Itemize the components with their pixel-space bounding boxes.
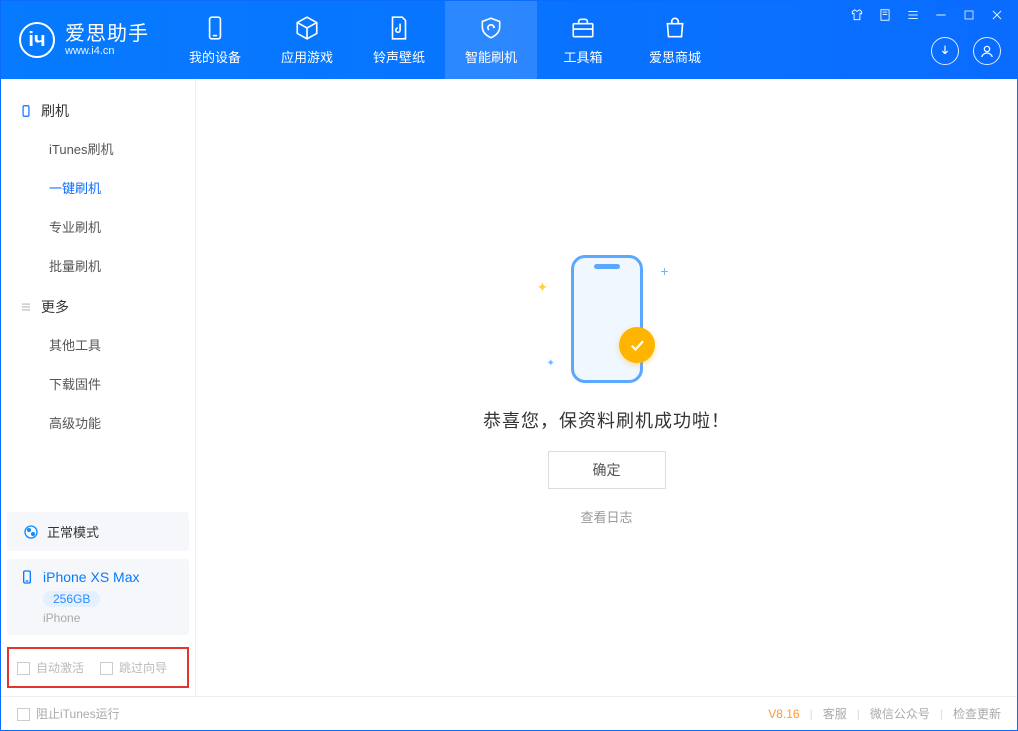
device-capacity: 256GB bbox=[43, 591, 100, 607]
link-check-update[interactable]: 检查更新 bbox=[953, 705, 1001, 722]
device-box[interactable]: iPhone XS Max 256GB iPhone bbox=[7, 559, 189, 635]
device-top: iPhone XS Max bbox=[19, 569, 177, 585]
logo-text: 爱思助手 www.i4.cn bbox=[65, 23, 149, 57]
footer-right: V8.16 | 客服 | 微信公众号 | 检查更新 bbox=[768, 705, 1001, 722]
success-message: 恭喜您，保资料刷机成功啦！ bbox=[483, 407, 730, 433]
section-label: 更多 bbox=[41, 297, 69, 317]
tab-apps[interactable]: 应用游戏 bbox=[261, 1, 353, 79]
logo-icon: iч bbox=[19, 22, 55, 58]
check-badge-icon bbox=[619, 327, 655, 363]
footer-label: 阻止iTunes运行 bbox=[36, 707, 120, 721]
top-tabs: 我的设备 应用游戏 铃声壁纸 智能刷机 工具箱 爱思商城 bbox=[169, 1, 721, 79]
maximize-icon[interactable] bbox=[961, 7, 977, 23]
user-button[interactable] bbox=[973, 37, 1001, 65]
sidebar-item-batch[interactable]: 批量刷机 bbox=[1, 246, 195, 285]
checkbox-block-itunes[interactable]: 阻止iTunes运行 bbox=[17, 705, 120, 722]
body: 刷机 iTunes刷机 一键刷机 专业刷机 批量刷机 更多 其他工具 下载固件 … bbox=[1, 79, 1017, 696]
sidebar-item-other[interactable]: 其他工具 bbox=[1, 325, 195, 364]
list-icon bbox=[19, 300, 33, 314]
tab-label: 爱思商城 bbox=[649, 47, 701, 66]
sidebar-item-oneclick[interactable]: 一键刷机 bbox=[1, 168, 195, 207]
version-label: V8.16 bbox=[768, 707, 799, 721]
sidebar-item-firmware[interactable]: 下载固件 bbox=[1, 364, 195, 403]
sidebar-scroll: 刷机 iTunes刷机 一键刷机 专业刷机 批量刷机 更多 其他工具 下载固件 … bbox=[1, 79, 195, 508]
sidebar-section-flash: 刷机 bbox=[1, 89, 195, 129]
checkbox-skip-guide[interactable]: 跳过向导 bbox=[100, 659, 167, 676]
logo-block: iч 爱思助手 www.i4.cn bbox=[1, 22, 169, 58]
device-name: iPhone XS Max bbox=[43, 569, 140, 585]
sidebar: 刷机 iTunes刷机 一键刷机 专业刷机 批量刷机 更多 其他工具 下载固件 … bbox=[1, 79, 196, 696]
app-name: 爱思助手 bbox=[65, 23, 149, 45]
device-icon bbox=[19, 569, 35, 585]
music-file-icon bbox=[386, 15, 412, 41]
opt-label: 跳过向导 bbox=[119, 661, 167, 675]
sidebar-section-more: 更多 bbox=[1, 285, 195, 325]
mode-icon bbox=[23, 524, 39, 540]
phone-icon bbox=[202, 15, 228, 41]
tab-label: 工具箱 bbox=[563, 47, 602, 66]
toolbox-icon bbox=[570, 15, 596, 41]
tab-store[interactable]: 爱思商城 bbox=[629, 1, 721, 79]
sidebar-item-pro[interactable]: 专业刷机 bbox=[1, 207, 195, 246]
device-type: iPhone bbox=[43, 611, 177, 625]
opt-label: 自动激活 bbox=[36, 661, 84, 675]
window-controls bbox=[849, 7, 1005, 23]
link-customer-service[interactable]: 客服 bbox=[823, 705, 847, 722]
content: ✦ + ✦ 恭喜您，保资料刷机成功啦！ 确定 查看日志 bbox=[196, 79, 1017, 696]
tab-label: 应用游戏 bbox=[281, 47, 333, 66]
tab-toolbox[interactable]: 工具箱 bbox=[537, 1, 629, 79]
tab-label: 铃声壁纸 bbox=[373, 47, 425, 66]
sidebar-item-advanced[interactable]: 高级功能 bbox=[1, 403, 195, 442]
view-log-link[interactable]: 查看日志 bbox=[580, 507, 632, 526]
device-small-icon bbox=[19, 104, 33, 118]
section-label: 刷机 bbox=[41, 101, 69, 121]
cube-icon bbox=[294, 15, 320, 41]
sparkle-icon: + bbox=[660, 263, 668, 279]
sidebar-item-itunes[interactable]: iTunes刷机 bbox=[1, 129, 195, 168]
success-illustration: ✦ + ✦ bbox=[517, 249, 697, 389]
mode-label: 正常模式 bbox=[47, 522, 99, 541]
tab-my-device[interactable]: 我的设备 bbox=[169, 1, 261, 79]
footer: 阻止iTunes运行 V8.16 | 客服 | 微信公众号 | 检查更新 bbox=[1, 696, 1017, 730]
tab-label: 我的设备 bbox=[189, 47, 241, 66]
app-site: www.i4.cn bbox=[65, 45, 149, 57]
bag-icon bbox=[662, 15, 688, 41]
shirt-icon[interactable] bbox=[849, 7, 865, 23]
download-button[interactable] bbox=[931, 37, 959, 65]
close-icon[interactable] bbox=[989, 7, 1005, 23]
app-window: iч 爱思助手 www.i4.cn 我的设备 应用游戏 铃声壁纸 智能刷机 bbox=[0, 0, 1018, 731]
refresh-shield-icon bbox=[478, 15, 504, 41]
tab-label: 智能刷机 bbox=[465, 47, 517, 66]
tab-smart-flash[interactable]: 智能刷机 bbox=[445, 1, 537, 79]
checkbox-auto-activate[interactable]: 自动激活 bbox=[17, 659, 84, 676]
menu-icon[interactable] bbox=[905, 7, 921, 23]
sparkle-icon: ✦ bbox=[547, 358, 555, 369]
note-icon[interactable] bbox=[877, 7, 893, 23]
options-highlight: 自动激活 跳过向导 bbox=[7, 647, 189, 688]
header-round-buttons bbox=[931, 37, 1001, 65]
minimize-icon[interactable] bbox=[933, 7, 949, 23]
ok-button[interactable]: 确定 bbox=[548, 451, 666, 489]
phone-graphic bbox=[571, 255, 643, 383]
sparkle-icon: ✦ bbox=[537, 279, 549, 296]
link-wechat[interactable]: 微信公众号 bbox=[870, 705, 930, 722]
tab-ringtone[interactable]: 铃声壁纸 bbox=[353, 1, 445, 79]
mode-panel[interactable]: 正常模式 bbox=[7, 512, 189, 551]
header: iч 爱思助手 www.i4.cn 我的设备 应用游戏 铃声壁纸 智能刷机 bbox=[1, 1, 1017, 79]
